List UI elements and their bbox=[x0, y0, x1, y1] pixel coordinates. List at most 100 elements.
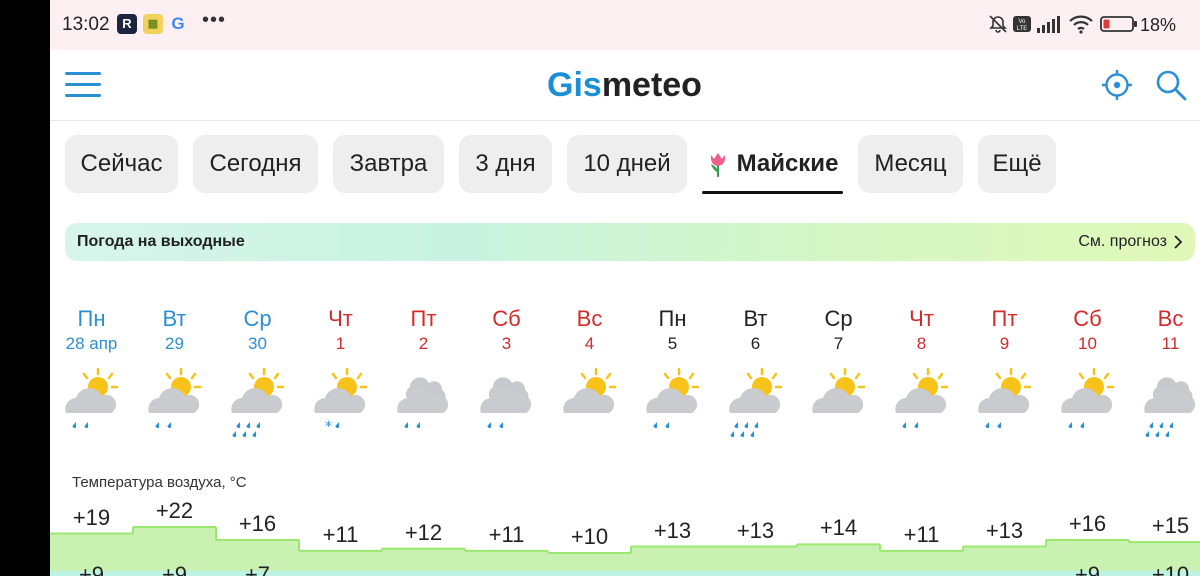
day-column[interactable]: Пт 2 bbox=[382, 305, 465, 355]
menu-icon[interactable] bbox=[65, 72, 101, 98]
tab-label: Месяц bbox=[874, 150, 947, 177]
day-column[interactable]: Чт 8 bbox=[880, 305, 963, 355]
day-weekday: Пт bbox=[410, 306, 437, 331]
day-weekday: Вт bbox=[162, 306, 187, 331]
day-column[interactable]: Сб 3 bbox=[465, 305, 548, 355]
app-screen: 13:02 R ▦ G ••• Vo LTE 18% Gismeteo Сейч… bbox=[50, 0, 1200, 576]
tab-label: 10 дней bbox=[583, 150, 671, 177]
banner-title: Погода на выходные bbox=[77, 233, 245, 250]
partly-cloudy-heavy-rain-icon bbox=[231, 367, 285, 438]
next-row-value: +7 bbox=[244, 562, 271, 576]
day-date: 29 bbox=[165, 334, 184, 353]
day-weekday: Вс bbox=[576, 306, 603, 331]
tab-10-days[interactable]: 10 дней bbox=[567, 135, 687, 193]
day-weekday: Вс bbox=[1157, 306, 1184, 331]
app-notification-icon: R bbox=[117, 14, 137, 34]
next-row-value: +9 bbox=[161, 562, 188, 576]
day-weekday: Сб bbox=[1073, 306, 1102, 331]
partly-cloudy-rain-icon bbox=[148, 367, 202, 429]
day-weekday: Пн bbox=[658, 306, 687, 331]
tab-label: Завтра bbox=[349, 150, 428, 177]
logo-meteo-part: meteo bbox=[601, 66, 702, 104]
day-column[interactable]: Чт 1 bbox=[299, 305, 382, 355]
svg-text:*: * bbox=[325, 419, 332, 435]
tab-label: Сейчас bbox=[80, 150, 163, 177]
partly-cloudy-icon bbox=[563, 367, 617, 413]
partly-cloudy-rain-icon bbox=[1061, 367, 1115, 429]
tab-month[interactable]: Месяц bbox=[858, 135, 963, 193]
partly-cloudy-rain-icon bbox=[895, 367, 949, 429]
svg-text:LTE: LTE bbox=[1017, 26, 1028, 32]
wifi-icon bbox=[1069, 15, 1093, 34]
gismeteo-logo[interactable]: Gismeteo bbox=[547, 66, 702, 105]
day-column[interactable]: Вт 6 bbox=[714, 305, 797, 355]
signal-icon bbox=[1037, 16, 1060, 33]
day-date: 9 bbox=[999, 334, 1010, 353]
app-header: Gismeteo bbox=[50, 50, 1200, 121]
battery-percent: 18% bbox=[1140, 15, 1177, 35]
temp-label: Температура воздуха, °C bbox=[72, 474, 247, 491]
locate-icon[interactable] bbox=[1100, 68, 1134, 102]
day-date: 1 bbox=[335, 334, 346, 353]
day-column[interactable]: Вс 4 bbox=[548, 305, 631, 355]
day-column[interactable]: Сб 10 bbox=[1046, 305, 1129, 355]
status-time: 13:02 bbox=[62, 14, 110, 35]
game-notification-icon: ▦ bbox=[143, 14, 163, 34]
tab-today[interactable]: Сегодня bbox=[193, 135, 318, 193]
day-date: 6 bbox=[750, 334, 761, 353]
day-column[interactable]: Пт 9 bbox=[963, 305, 1046, 355]
day-date: 4 bbox=[584, 334, 595, 353]
volte-icon: Vo LTE bbox=[1013, 16, 1031, 32]
partly-cloudy-rain-icon bbox=[978, 367, 1032, 429]
day-date: 7 bbox=[833, 334, 844, 353]
tab-more[interactable]: Ещё bbox=[978, 135, 1056, 193]
tab-tomorrow[interactable]: Завтра bbox=[333, 135, 444, 193]
next-row-value: +9 bbox=[78, 562, 105, 576]
partly-cloudy-rain-icon bbox=[646, 367, 700, 429]
day-column[interactable]: Ср 30 bbox=[216, 305, 299, 355]
next-row-value: +9 bbox=[1074, 562, 1101, 576]
status-bar: 13:02 R ▦ G ••• Vo LTE 18% bbox=[50, 0, 1200, 50]
day-column[interactable]: Ср 7 bbox=[797, 305, 880, 355]
partly-cloudy-rain-icon bbox=[65, 367, 119, 429]
chevron-right-icon bbox=[1174, 235, 1183, 249]
day-date: 8 bbox=[916, 334, 927, 353]
next-row-value: +10 bbox=[1151, 562, 1190, 576]
tab-may-holidays[interactable]: Майские bbox=[702, 135, 843, 194]
day-column[interactable]: Вт 29 bbox=[133, 305, 216, 355]
day-weekday: Чт bbox=[909, 306, 934, 331]
day-column[interactable]: Пн 28 апр bbox=[50, 305, 133, 355]
day-date: 3 bbox=[501, 334, 512, 353]
forecast-days: Пн 28 апр Вт 29 Ср 30 Чт 1 * Пт 2 Сб 3 Вс 4 Пн 5 Вт 6 Ср 7 Чт… bbox=[50, 290, 1200, 576]
day-weekday: Сб bbox=[492, 306, 521, 331]
day-column[interactable]: Вс 11 bbox=[1129, 305, 1200, 355]
tab-3-days[interactable]: 3 дня bbox=[459, 135, 552, 193]
day-weekday: Ср bbox=[243, 306, 272, 331]
partly-cloudy-icon bbox=[812, 367, 866, 413]
cloudy-heavy-rain-icon bbox=[1144, 377, 1196, 438]
day-weekday: Пт bbox=[991, 306, 1018, 331]
svg-text:Vo: Vo bbox=[1018, 19, 1026, 25]
tulip-icon bbox=[710, 152, 725, 177]
day-date: 28 апр bbox=[65, 334, 118, 353]
day-column[interactable]: Пн 5 bbox=[631, 305, 714, 355]
tab-now[interactable]: Сейчас bbox=[65, 135, 178, 193]
tab-label: Сегодня bbox=[209, 150, 302, 177]
day-weekday: Ср bbox=[824, 306, 853, 331]
mute-icon bbox=[989, 15, 1007, 33]
day-date: 11 bbox=[1161, 334, 1180, 353]
more-notifications-icon: ••• bbox=[202, 9, 227, 31]
day-date: 2 bbox=[418, 334, 429, 353]
day-date: 30 bbox=[248, 334, 267, 353]
weekend-banner[interactable]: Погода на выходные См. прогноз bbox=[65, 223, 1195, 261]
cloudy-rain-icon bbox=[397, 377, 449, 429]
partly-cloudy-heavy-rain-icon bbox=[729, 367, 783, 438]
banner-link[interactable]: См. прогноз bbox=[1078, 233, 1167, 251]
tab-label: Ещё bbox=[992, 150, 1042, 177]
tab-label: 3 дня bbox=[475, 150, 536, 177]
cloudy-rain-icon bbox=[480, 377, 532, 429]
search-icon[interactable] bbox=[1154, 68, 1188, 102]
logo-gis-part: Gis bbox=[547, 66, 602, 104]
battery-icon bbox=[1100, 16, 1137, 32]
day-date: 5 bbox=[667, 334, 678, 353]
